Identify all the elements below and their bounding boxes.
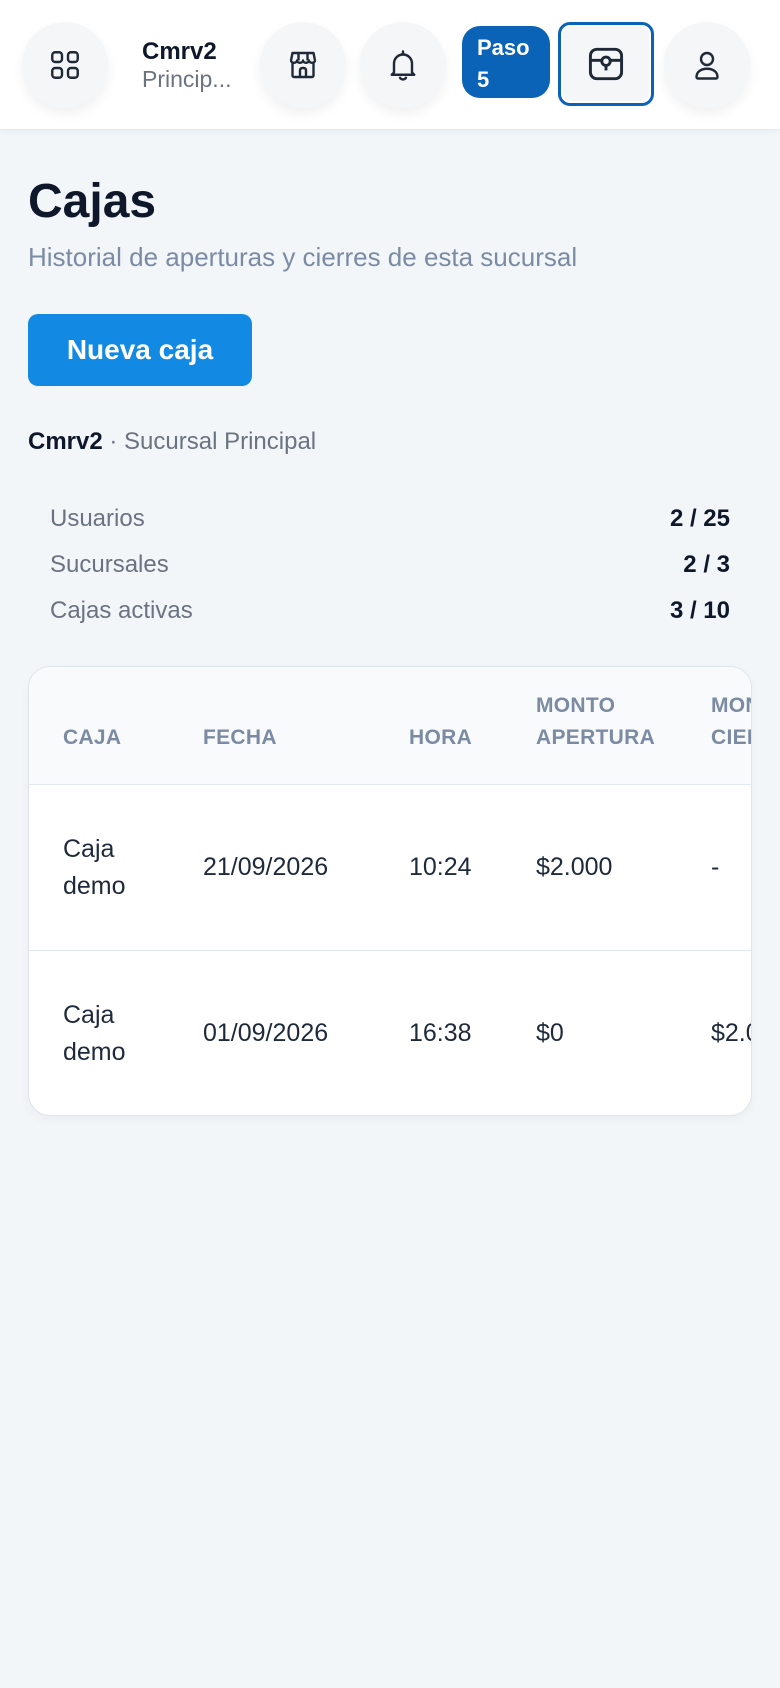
company-label: Cmrv2 (28, 428, 103, 455)
stat-label: Sucursales (50, 551, 169, 578)
company-switcher[interactable]: Cmrv2 Princip... (142, 38, 242, 92)
user-icon (695, 51, 719, 80)
cell-monto-apertura: $2.000 (536, 853, 613, 881)
step-label: Paso (477, 35, 530, 60)
step-number: 5 (477, 67, 490, 92)
safe-lock-icon (588, 47, 624, 81)
cell-monto-apertura: $0 (536, 1019, 564, 1047)
onboarding-step-button[interactable]: Paso 5 (462, 26, 550, 98)
cell-caja: Caja demo (63, 831, 163, 905)
profile-button[interactable] (664, 22, 750, 108)
cell-hora: 16:38 (409, 1019, 472, 1047)
stat-label: Usuarios (50, 505, 145, 532)
stat-label: Cajas activas (50, 597, 193, 624)
cell-hora: 10:24 (409, 853, 472, 881)
column-header-monto-cierre: MONTO CIERRE (711, 690, 751, 754)
table-row[interactable]: Caja demo 01/09/2026 16:38 $0 $2.000 (29, 951, 751, 1115)
header-line: MONTO (711, 694, 751, 717)
store-icon (289, 51, 317, 79)
new-register-button[interactable]: Nueva caja (28, 314, 252, 386)
notifications-button[interactable] (360, 22, 446, 108)
cell-monto-cierre: - (711, 853, 720, 881)
registers-table[interactable]: CAJA FECHA HORA MONTO APERTURA MONTO CIE… (28, 666, 752, 1116)
cell-line: Caja (63, 835, 115, 863)
stat-value: 2 / 25 (669, 505, 730, 532)
separator: · (102, 428, 125, 455)
usage-stats: Usuarios 2 / 25 Sucursales 2 / 3 Cajas a… (50, 496, 730, 634)
cell-fecha: 21/09/2026 (203, 853, 329, 881)
cell-caja: Caja demo (63, 997, 163, 1071)
cell-line: demo (63, 872, 126, 900)
header-line: APERTURA (536, 726, 656, 749)
header-line: MONTO (536, 694, 616, 717)
stat-value: 2 / 3 (683, 551, 730, 578)
stat-row-cajas-activas: Cajas activas 3 / 10 (50, 588, 730, 634)
cash-register-button[interactable] (558, 22, 654, 106)
stat-row-sucursales: Sucursales 2 / 3 (50, 542, 730, 588)
stat-value: 3 / 10 (669, 597, 730, 624)
column-header-fecha: FECHA (203, 726, 277, 749)
store-button[interactable] (260, 22, 346, 108)
page-subtitle: Historial de aperturas y cierres de esta… (28, 242, 578, 272)
stat-row-usuarios: Usuarios 2 / 25 (50, 496, 730, 542)
bell-icon (390, 50, 416, 81)
cell-line: demo (63, 1038, 126, 1066)
grid-icon (51, 51, 79, 79)
top-bar: Cmrv2 Princip... Paso 5 (0, 0, 780, 130)
column-header-hora: HORA (409, 726, 473, 749)
apps-menu-button[interactable] (22, 22, 108, 108)
header-line: CIERRE (711, 726, 751, 749)
cell-fecha: 01/09/2026 (203, 1019, 329, 1047)
column-header-monto-apertura: MONTO APERTURA (536, 690, 655, 754)
branch-label: Sucursal Principal (124, 428, 317, 455)
cell-line: Caja (63, 1001, 115, 1029)
column-header-caja: CAJA (63, 726, 122, 749)
cell-monto-cierre: $2.000 (711, 1019, 751, 1047)
table-header: CAJA FECHA HORA MONTO APERTURA MONTO CIE… (29, 667, 751, 785)
table-row[interactable]: Caja demo 21/09/2026 10:24 $2.000 - (29, 785, 751, 951)
branch-context: Cmrv2 · Sucursal Principal (28, 426, 316, 458)
company-name: Cmrv2 (142, 38, 217, 65)
page-title: Cajas (28, 175, 157, 228)
branch-name-short: Princip... (142, 66, 232, 92)
